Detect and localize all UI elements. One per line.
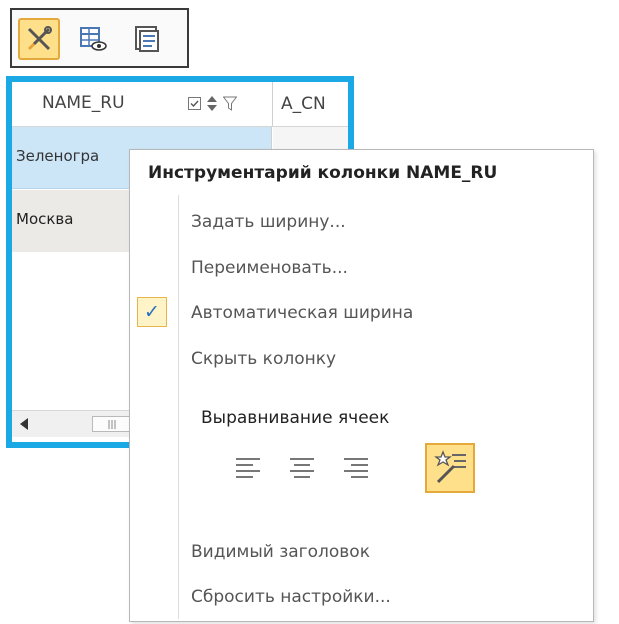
table-view-icon [80, 27, 107, 51]
scrollbar-thumb[interactable] [92, 416, 132, 432]
filter-icon[interactable] [223, 96, 237, 111]
grip-icon [108, 420, 116, 429]
column-header-name-ru[interactable]: NAME_RU [12, 82, 273, 126]
menu-divider [178, 195, 179, 619]
toolbar [10, 8, 189, 68]
column-tools-button[interactable] [18, 18, 60, 60]
check-icon: ✓ [137, 297, 167, 327]
menu-item-reset-settings[interactable]: Сбросить настройки... [191, 587, 391, 607]
menu-item-rename[interactable]: Переименовать... [191, 258, 348, 278]
scroll-left-icon[interactable] [20, 418, 28, 430]
align-left-icon [236, 458, 260, 478]
alignment-section-title: Выравнивание ячеек [201, 408, 390, 428]
align-auto-button[interactable] [425, 443, 475, 493]
column-tools-icon [27, 26, 52, 51]
column-header-label: NAME_RU [42, 93, 125, 113]
menu-item-auto-width[interactable]: Автоматическая ширина [191, 303, 413, 323]
table-view-button[interactable] [72, 18, 114, 60]
align-right-icon [344, 458, 368, 478]
form-view-icon [135, 26, 159, 52]
menu-item-set-width[interactable]: Задать ширину... [191, 212, 346, 232]
grid-header: NAME_RU A_CN [12, 82, 348, 127]
column-header-a-cn[interactable]: A_CN [273, 82, 348, 126]
align-auto-icon [434, 450, 466, 484]
menu-item-hide-column[interactable]: Скрыть колонку [191, 349, 336, 369]
form-view-button[interactable] [126, 18, 168, 60]
menu-item-visible-header[interactable]: Видимый заголовок [191, 542, 370, 562]
align-center-icon [290, 458, 314, 478]
cell-name-ru: Москва [16, 210, 74, 228]
align-left-button[interactable] [223, 443, 273, 493]
align-right-button[interactable] [331, 443, 381, 493]
align-center-button[interactable] [277, 443, 327, 493]
column-header-label: A_CN [281, 94, 326, 114]
column-tools-menu: Инструментарий колонки NAME_RU Задать ши… [129, 149, 594, 622]
sort-icon[interactable] [207, 96, 217, 111]
checkbox-icon[interactable] [188, 97, 201, 110]
menu-title: Инструментарий колонки NAME_RU [148, 163, 498, 183]
cell-name-ru: Зеленогра [16, 147, 100, 165]
